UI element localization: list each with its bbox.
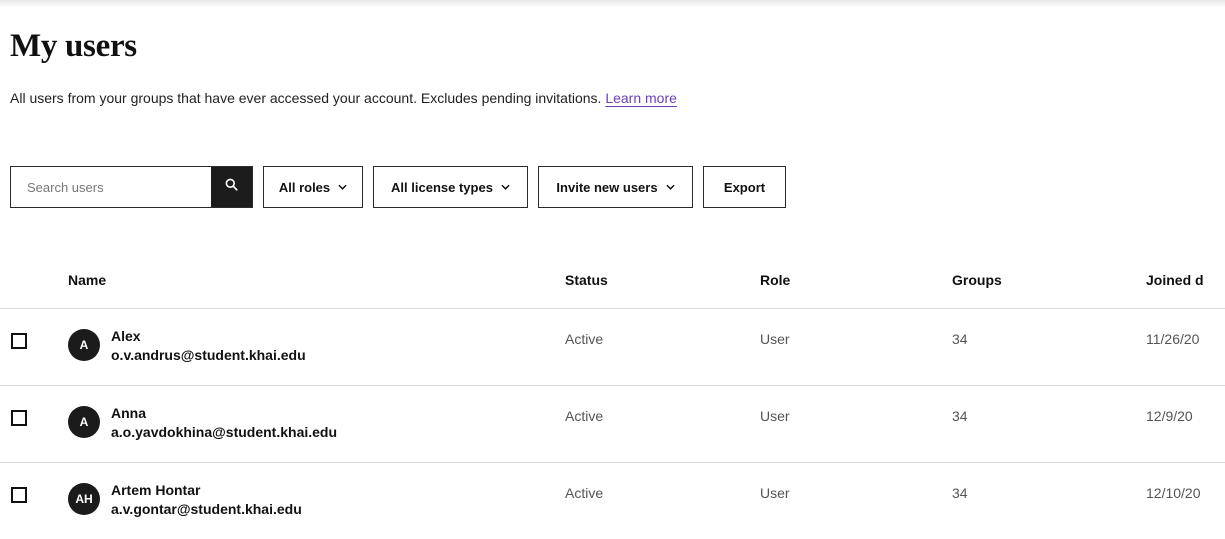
user-name[interactable]: Alex xyxy=(111,328,141,344)
user-groups: 34 xyxy=(952,408,968,424)
user-name[interactable]: Anna xyxy=(111,405,146,421)
search-box xyxy=(10,166,253,208)
toolbar: All roles All license types Invite new u… xyxy=(10,166,786,210)
chevron-down-icon xyxy=(338,184,347,190)
row-checkbox[interactable] xyxy=(11,410,27,426)
user-groups: 34 xyxy=(952,331,968,347)
avatar: A xyxy=(68,329,100,361)
learn-more-link[interactable]: Learn more xyxy=(605,90,677,106)
page-title: My users xyxy=(10,28,137,64)
search-input[interactable] xyxy=(11,167,211,207)
roles-dropdown[interactable]: All roles xyxy=(263,166,363,208)
export-button[interactable]: Export xyxy=(703,166,786,208)
user-groups: 34 xyxy=(952,485,968,501)
search-icon xyxy=(225,178,238,196)
avatar: AH xyxy=(68,483,100,515)
invite-users-dropdown-label: Invite new users xyxy=(556,179,658,195)
table-header: Name Status Role Groups Joined d xyxy=(0,252,1225,309)
user-joined-date: 11/26/20 xyxy=(1146,331,1200,347)
table-row: A Anna a.o.yavdokhina@student.khai.edu A… xyxy=(0,386,1225,463)
user-status: Active xyxy=(565,408,604,424)
user-role: User xyxy=(760,331,790,347)
column-header-joined[interactable]: Joined d xyxy=(1146,272,1204,288)
user-role: User xyxy=(760,485,790,501)
row-checkbox[interactable] xyxy=(11,487,27,503)
license-types-dropdown[interactable]: All license types xyxy=(373,166,528,208)
column-header-groups[interactable]: Groups xyxy=(952,272,1002,288)
chevron-down-icon xyxy=(501,184,510,190)
invite-users-dropdown[interactable]: Invite new users xyxy=(538,166,693,208)
user-email: a.o.yavdokhina@student.khai.edu xyxy=(111,424,338,440)
user-role: User xyxy=(760,408,790,424)
top-shadow xyxy=(0,0,1225,8)
row-checkbox[interactable] xyxy=(11,333,27,349)
table-row: AH Artem Hontar a.v.gontar@student.khai.… xyxy=(0,463,1225,539)
column-header-status[interactable]: Status xyxy=(565,272,608,288)
chevron-down-icon xyxy=(665,184,675,190)
user-status: Active xyxy=(565,485,604,501)
avatar: A xyxy=(68,406,100,438)
user-email: a.v.gontar@student.khai.edu xyxy=(111,501,302,517)
user-joined-date: 12/9/20 xyxy=(1146,408,1193,424)
roles-dropdown-label: All roles xyxy=(278,179,331,195)
search-button[interactable] xyxy=(211,167,252,207)
page-description: All users from your groups that have eve… xyxy=(10,90,677,106)
column-header-role[interactable]: Role xyxy=(760,272,790,288)
user-name[interactable]: Artem Hontar xyxy=(111,482,200,498)
page-description-text: All users from your groups that have eve… xyxy=(10,90,602,106)
license-types-dropdown-label: All license types xyxy=(391,179,493,195)
users-table: Name Status Role Groups Joined d A Alex … xyxy=(0,252,1225,539)
table-row: A Alex o.v.andrus@student.khai.edu Activ… xyxy=(0,309,1225,386)
user-email: o.v.andrus@student.khai.edu xyxy=(111,347,306,363)
column-header-name[interactable]: Name xyxy=(68,272,106,288)
user-status: Active xyxy=(565,331,604,347)
user-joined-date: 12/10/20 xyxy=(1146,485,1201,501)
